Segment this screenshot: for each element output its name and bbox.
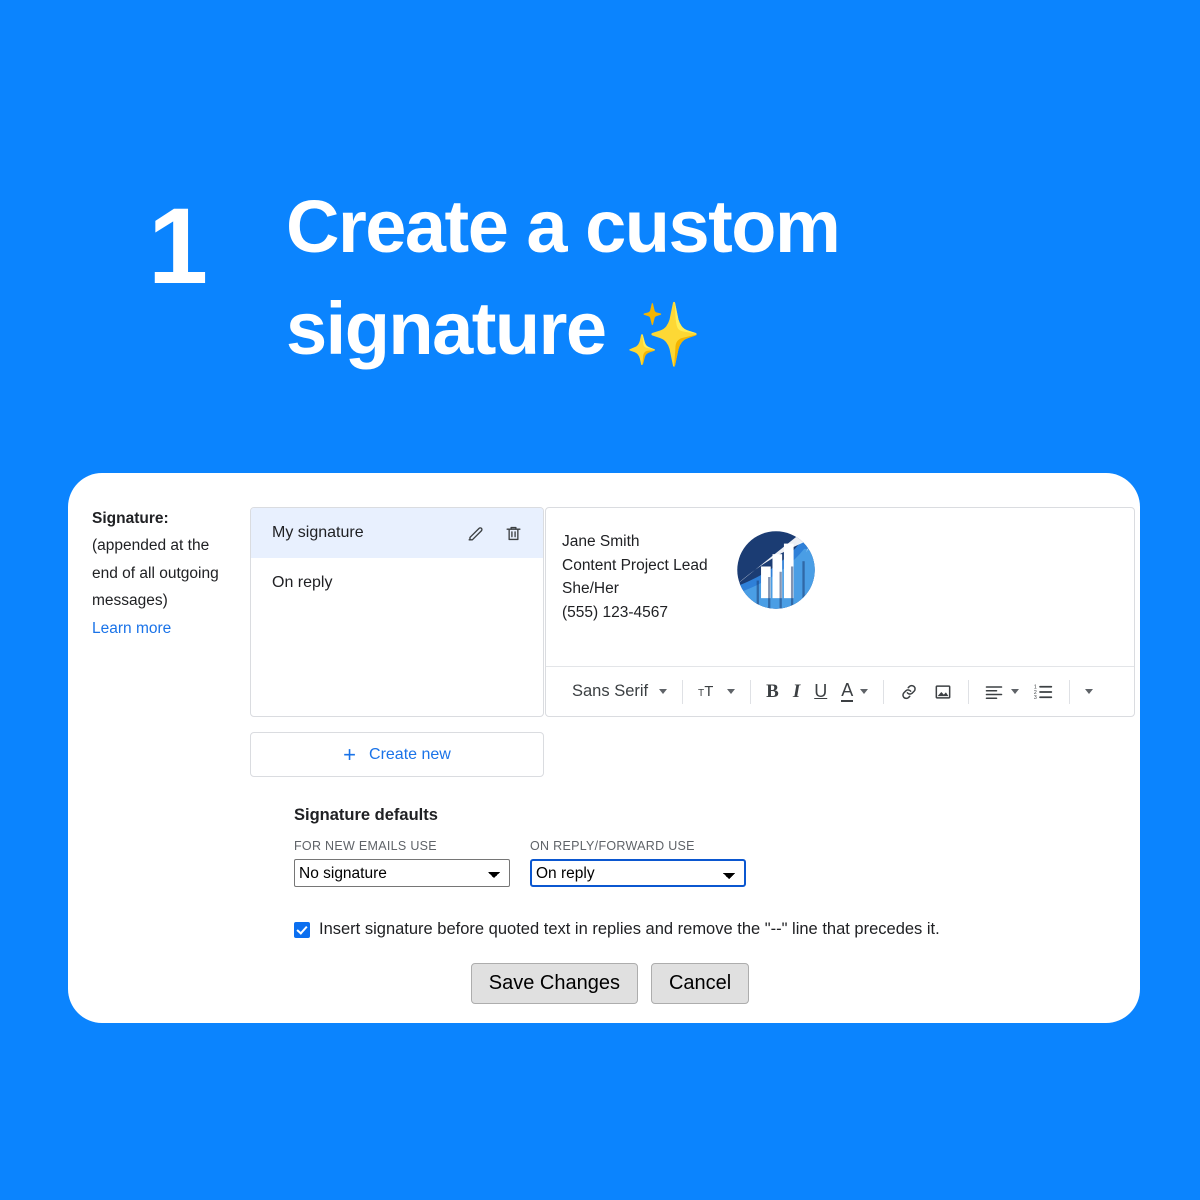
font-size-dropdown[interactable]: T T: [691, 675, 742, 709]
chevron-down-icon: [860, 689, 869, 694]
signature-name: My signature: [272, 524, 364, 541]
reply-forward-select[interactable]: On reply: [530, 859, 746, 887]
signature-preview-text: Jane Smith Content Project Lead She/Her …: [562, 530, 1134, 624]
formatting-toolbar: Sans Serif T T B I U A 1 2 3: [546, 666, 1134, 716]
align-dropdown[interactable]: [977, 675, 1026, 709]
toolbar-divider: [1069, 679, 1071, 704]
signature-defaults-section: Signature defaults FOR NEW EMAILS USE No…: [294, 806, 746, 887]
signature-label: Signature:: [92, 510, 169, 527]
chevron-down-icon: [1085, 689, 1094, 694]
signature-note-line-3: messages): [92, 592, 168, 610]
title-line-1: Create a custom: [286, 185, 841, 268]
create-new-label: Create new: [369, 745, 451, 763]
list-item[interactable]: My signature: [251, 508, 543, 558]
chevron-down-icon: [727, 689, 736, 694]
svg-text:T: T: [698, 688, 704, 699]
sparkles-emoji-icon: ✨: [624, 301, 702, 371]
link-icon: [902, 684, 917, 699]
svg-text:T: T: [705, 684, 714, 700]
reply-forward-header: ON REPLY/FORWARD USE: [530, 839, 695, 853]
cancel-button[interactable]: Cancel: [650, 963, 750, 1004]
preview-title: Content Project Lead: [562, 556, 708, 574]
learn-more-link[interactable]: Learn more: [92, 615, 232, 642]
image-icon: [935, 684, 951, 699]
preview-name: Jane Smith: [562, 533, 640, 550]
signature-list: My signature On reply: [250, 507, 544, 717]
text-color-label: A: [841, 680, 854, 703]
more-options-dropdown[interactable]: [1078, 675, 1100, 709]
toolbar-divider: [883, 679, 885, 704]
insert-image-button[interactable]: [926, 675, 960, 709]
text-size-icon: T T: [698, 684, 714, 700]
chevron-down-icon: [659, 689, 668, 694]
signature-editor: Jane Smith Content Project Lead She/Her …: [545, 507, 1135, 717]
signature-editor-body[interactable]: Jane Smith Content Project Lead She/Her …: [546, 508, 1134, 666]
page-title: Create a custom signature ✨: [286, 176, 986, 380]
new-emails-column: FOR NEW EMAILS USE No signature: [294, 839, 510, 887]
trash-icon[interactable]: [499, 519, 527, 547]
create-new-button[interactable]: + Create new: [250, 732, 544, 777]
text-color-dropdown[interactable]: A: [834, 675, 875, 709]
insert-signature-label: Insert signature before quoted text in r…: [319, 920, 940, 938]
toolbar-divider: [750, 679, 752, 704]
font-family-label: Sans Serif: [572, 682, 649, 700]
insert-signature-checkbox[interactable]: [294, 922, 310, 938]
preview-phone: (555) 123-4567: [562, 603, 668, 621]
action-buttons: Save Changes Cancel: [68, 963, 1140, 1004]
signature-label-column: Signature: (appended at the end of all o…: [92, 505, 232, 642]
title-line-2: signature: [286, 287, 607, 371]
font-family-dropdown[interactable]: Sans Serif: [558, 675, 674, 709]
signature-note-line-1: (appended at the: [92, 537, 210, 555]
toolbar-divider: [968, 679, 970, 704]
svg-text:3: 3: [1034, 695, 1037, 701]
plus-icon: +: [343, 741, 357, 767]
preview-pronouns: She/Her: [562, 580, 619, 598]
toolbar-divider: [682, 679, 684, 704]
align-left-icon: [985, 685, 1003, 699]
italic-button[interactable]: I: [786, 675, 807, 709]
bold-button[interactable]: B: [759, 675, 786, 709]
new-emails-select[interactable]: No signature: [294, 859, 510, 887]
save-changes-button[interactable]: Save Changes: [470, 963, 638, 1004]
insert-link-button[interactable]: [892, 675, 926, 709]
new-emails-header: FOR NEW EMAILS USE: [294, 839, 437, 853]
numbered-list-icon: 123: [1034, 684, 1053, 701]
underline-button[interactable]: U: [807, 675, 834, 709]
step-number: 1: [148, 185, 208, 306]
signature-note-line-2: end of all outgoing: [92, 564, 219, 582]
insert-signature-checkbox-row: Insert signature before quoted text in r…: [294, 918, 940, 942]
numbered-list-button[interactable]: 123: [1026, 675, 1061, 709]
headline-block: 1 Create a custom signature ✨: [0, 176, 1200, 386]
company-chart-logo-icon: [732, 526, 820, 614]
signature-defaults-title: Signature defaults: [294, 806, 438, 824]
reply-forward-column: ON REPLY/FORWARD USE On reply: [530, 839, 746, 887]
signature-name: On reply: [272, 574, 333, 591]
pencil-icon[interactable]: [461, 519, 489, 547]
list-item[interactable]: On reply: [251, 558, 543, 608]
chevron-down-icon: [1011, 689, 1020, 694]
settings-card: Signature: (appended at the end of all o…: [68, 473, 1140, 1023]
